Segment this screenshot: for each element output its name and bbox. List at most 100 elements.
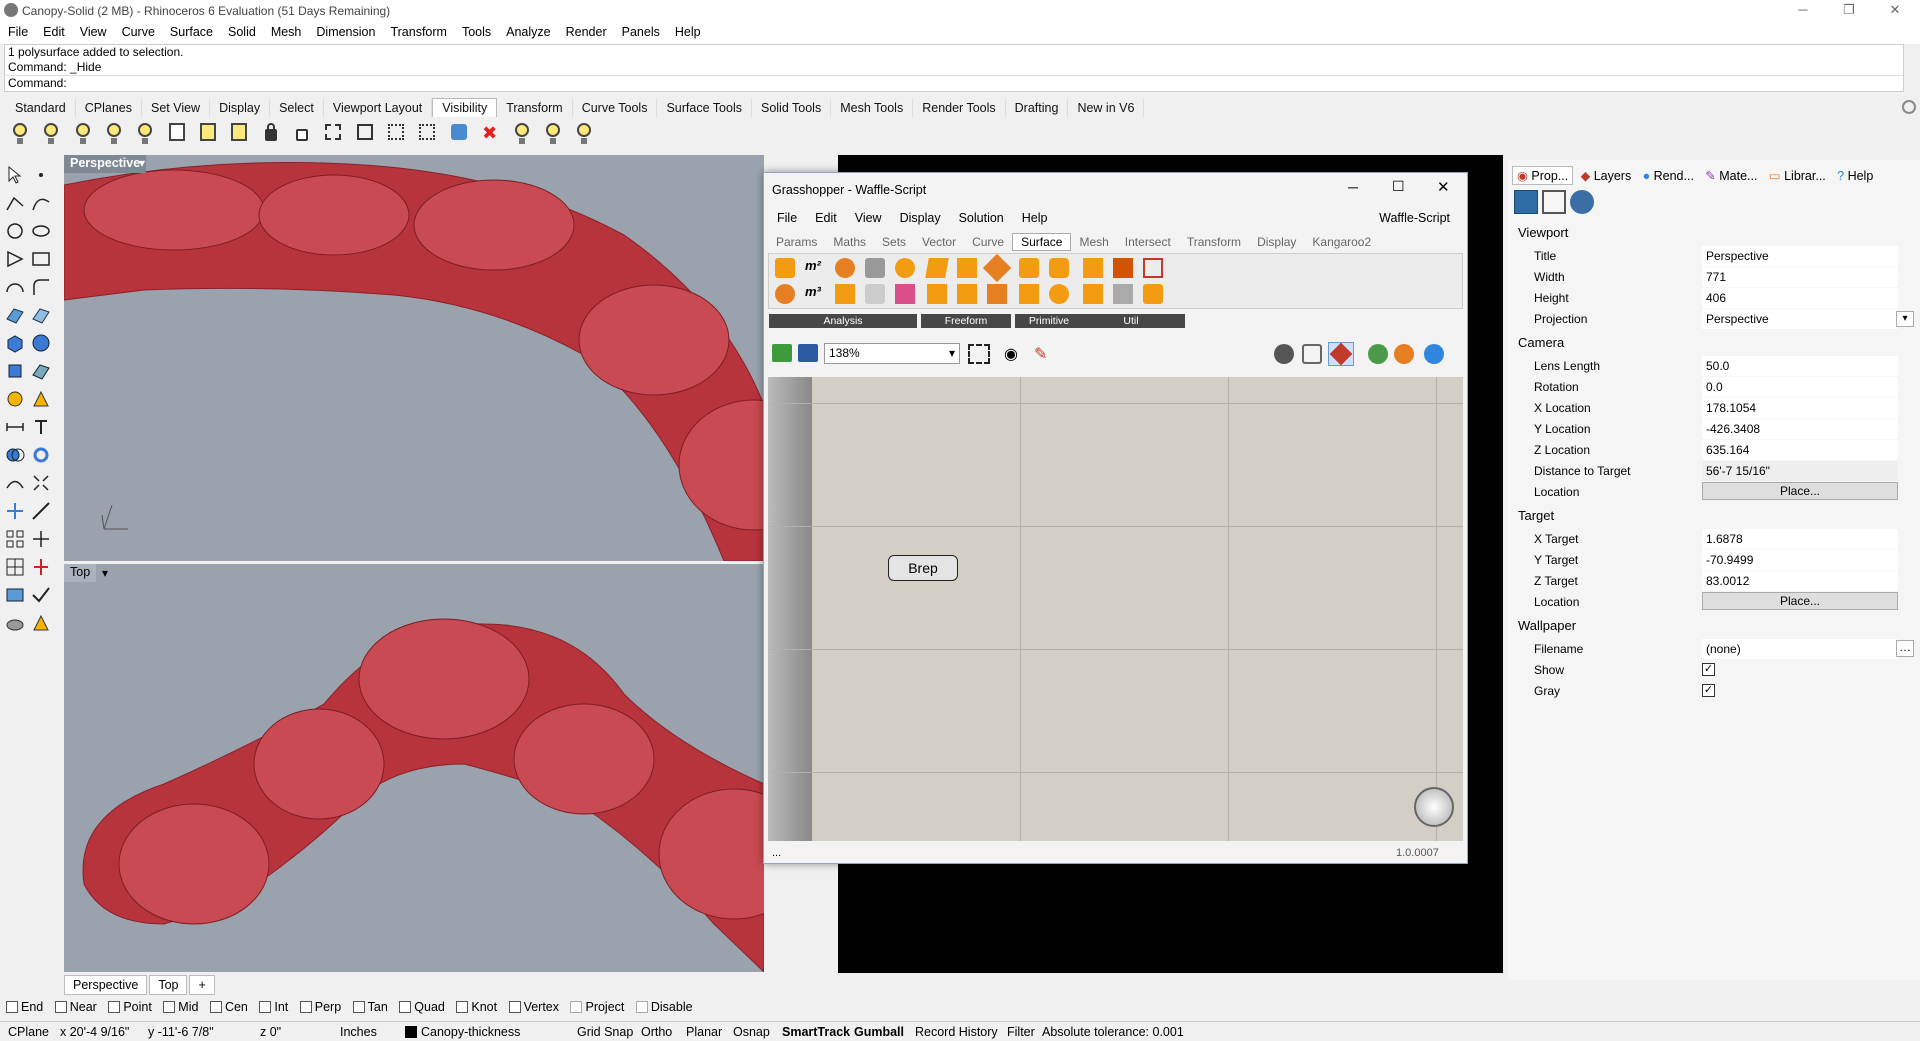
- perspective-viewport-title[interactable]: Perspective: [64, 155, 147, 173]
- gh-copy-trim-icon[interactable]: [1083, 284, 1103, 304]
- hide-objects-bulb-icon[interactable]: [40, 121, 62, 145]
- unlock-selected-icon[interactable]: [354, 121, 376, 145]
- tab-drafting[interactable]: Drafting: [1006, 99, 1069, 117]
- gh-document-preview-icon[interactable]: [1394, 344, 1414, 364]
- camera-place-button[interactable]: Place...: [1702, 482, 1898, 500]
- osnap-quad-checkbox[interactable]: [399, 1001, 412, 1013]
- point-icon[interactable]: [30, 164, 52, 186]
- minimize-icon[interactable]: ─: [1780, 0, 1826, 22]
- gh-loft-icon[interactable]: [982, 253, 1012, 283]
- perspective-viewport[interactable]: Perspective ▾: [64, 155, 764, 561]
- osnap-perp-checkbox[interactable]: [299, 1001, 312, 1013]
- status-osnap[interactable]: Osnap: [733, 1025, 770, 1039]
- gh-menu-help[interactable]: Help: [1013, 209, 1057, 227]
- hide-in-detail-icon[interactable]: [197, 121, 219, 145]
- status-smarttrack[interactable]: SmartTrack: [782, 1025, 850, 1039]
- gh-tab-display[interactable]: Display: [1249, 234, 1304, 250]
- gh-cap-holes-icon[interactable]: [1143, 284, 1163, 304]
- gh-preview-shaded-icon[interactable]: [1328, 342, 1354, 366]
- lens-length-field[interactable]: 50.0: [1702, 356, 1898, 376]
- mesh-icon[interactable]: [30, 360, 52, 382]
- gh-tab-params[interactable]: Params: [768, 234, 825, 250]
- gh-close-icon[interactable]: ✕: [1437, 178, 1450, 196]
- panel-tab-libraries[interactable]: ▭ Librar...: [1765, 167, 1830, 184]
- box-icon[interactable]: [4, 332, 26, 354]
- polygon-icon[interactable]: [4, 248, 26, 270]
- osnap-quad[interactable]: Quad: [399, 1000, 445, 1014]
- menu-render[interactable]: Render: [558, 22, 614, 39]
- cull-delete-icon[interactable]: ✖: [479, 121, 501, 145]
- gh-brep-closest-icon[interactable]: [775, 284, 795, 304]
- text-icon[interactable]: [30, 416, 52, 438]
- tab-render-tools[interactable]: Render Tools: [913, 99, 1006, 117]
- show-objects-bulb-icon[interactable]: [9, 121, 31, 145]
- viewport-tab-perspective[interactable]: Perspective: [64, 975, 148, 995]
- gh-sweep-icon[interactable]: [957, 284, 977, 304]
- gh-menu-display[interactable]: Display: [891, 209, 950, 227]
- osnap-cen[interactable]: Cen: [209, 1000, 248, 1014]
- osnap-tan-checkbox[interactable]: [352, 1001, 365, 1013]
- gh-minimize-icon[interactable]: ─: [1348, 179, 1358, 195]
- gh-preview-quality-icon[interactable]: [1424, 344, 1444, 364]
- z-location-field[interactable]: 635.164: [1702, 440, 1898, 460]
- tab-set-view[interactable]: Set View: [142, 99, 211, 117]
- gh-network-surface-icon[interactable]: [927, 284, 947, 304]
- gh-tab-mesh[interactable]: Mesh: [1071, 234, 1116, 250]
- circle-icon[interactable]: [4, 220, 26, 242]
- menu-view[interactable]: View: [72, 22, 114, 39]
- viewport-settings-icon[interactable]: [1570, 190, 1594, 214]
- gh-deconstruct-brep-icon[interactable]: [865, 258, 885, 278]
- menu-mesh[interactable]: Mesh: [263, 22, 309, 39]
- dimension-icon[interactable]: [4, 416, 26, 438]
- gh-4point-surface-icon[interactable]: [925, 258, 949, 278]
- x-target-field[interactable]: 1.6878: [1702, 529, 1898, 549]
- lights-icon[interactable]: [30, 388, 52, 410]
- status-filter[interactable]: Filter: [1007, 1025, 1035, 1039]
- render-icon[interactable]: [4, 388, 26, 410]
- status-ortho[interactable]: Ortho: [641, 1025, 672, 1039]
- osnap-project-checkbox[interactable]: [570, 1001, 583, 1013]
- osnap-int-checkbox[interactable]: [259, 1001, 272, 1013]
- viewport-tab-top[interactable]: Top: [149, 975, 188, 995]
- status-gumball[interactable]: Gumball: [854, 1025, 904, 1039]
- show-checkbox[interactable]: ✓: [1702, 663, 1715, 676]
- gh-center-box-icon[interactable]: [1019, 284, 1039, 304]
- menu-curve[interactable]: Curve: [114, 22, 162, 39]
- panel-tab-layers[interactable]: ◆ Layers: [1577, 167, 1636, 184]
- gh-extrude-icon[interactable]: [957, 258, 977, 278]
- layer-off-bulb-icon[interactable]: [542, 121, 564, 145]
- panel-tab-rendering[interactable]: ● Rend...: [1639, 168, 1698, 184]
- gh-sphere-icon[interactable]: [1049, 284, 1069, 304]
- tab-cplanes[interactable]: CPlanes: [76, 99, 142, 117]
- gh-sketch-brush-icon[interactable]: ✎: [1034, 344, 1047, 364]
- isolate-icon[interactable]: [385, 121, 407, 145]
- osnap-perp[interactable]: Perp: [299, 1000, 341, 1014]
- title-field[interactable]: Perspective: [1702, 246, 1898, 266]
- tab-mesh-tools[interactable]: Mesh Tools: [831, 99, 914, 117]
- gray-checkbox[interactable]: ✓: [1702, 684, 1715, 697]
- cylinder-icon[interactable]: [4, 360, 26, 382]
- tab-transform[interactable]: Transform: [497, 99, 573, 117]
- gh-tab-intersect[interactable]: Intersect: [1117, 234, 1179, 250]
- grid-array-icon[interactable]: [4, 556, 26, 578]
- gh-zoom-chevron-down-icon[interactable]: ▾: [949, 346, 955, 360]
- gh-retrim-icon[interactable]: [1113, 284, 1133, 304]
- status-layer[interactable]: Canopy-thickness: [421, 1025, 520, 1039]
- menu-file[interactable]: File: [0, 22, 35, 39]
- close-icon[interactable]: ✕: [1872, 0, 1918, 22]
- command-prompt[interactable]: Command:: [5, 75, 1903, 90]
- lock-icon[interactable]: [260, 121, 282, 145]
- gh-evaluate-surface-icon[interactable]: [895, 258, 915, 278]
- status-cplane[interactable]: CPlane: [8, 1025, 49, 1039]
- rotation-field[interactable]: 0.0: [1702, 377, 1898, 397]
- tab-visibility[interactable]: Visibility: [432, 98, 498, 117]
- mesh-tools-icon[interactable]: [4, 612, 26, 634]
- tab-standard[interactable]: Standard: [6, 99, 76, 117]
- gh-canvas[interactable]: Brep: [768, 377, 1463, 841]
- curve-icon[interactable]: [30, 192, 52, 214]
- osnap-near[interactable]: Near: [54, 1000, 97, 1014]
- sphere-icon[interactable]: [30, 332, 52, 354]
- gh-tab-kangaroo2[interactable]: Kangaroo2: [1304, 234, 1379, 250]
- lock-swap-icon[interactable]: [322, 121, 344, 145]
- osnap-disable-checkbox[interactable]: [635, 1001, 648, 1013]
